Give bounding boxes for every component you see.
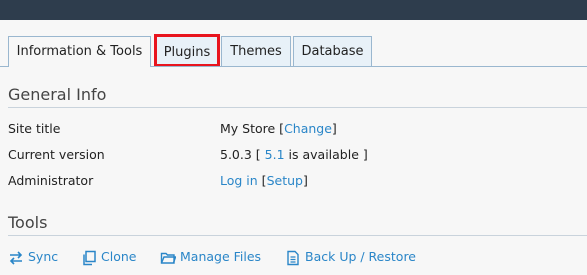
tools-divider: [8, 235, 587, 236]
backup-restore-label: Back Up / Restore: [305, 249, 416, 264]
general-info-divider: [8, 107, 587, 108]
clone-icon: [83, 250, 96, 266]
administrator-label: Administrator: [8, 173, 94, 188]
tools-heading: Tools: [8, 213, 48, 232]
site-title-text: My Store: [220, 121, 276, 136]
current-version-value: 5.0.3 [ 5.1 is available ]: [220, 147, 368, 162]
sync-label: Sync: [28, 249, 59, 264]
clone-button[interactable]: Clone: [81, 249, 137, 267]
backup-icon: [287, 250, 299, 266]
top-bar: [0, 0, 587, 20]
login-link[interactable]: Log in: [220, 173, 258, 188]
site-title-label: Site title: [8, 121, 61, 136]
current-version-text: 5.0.3: [220, 147, 252, 162]
site-title-value: My Store [Change]: [220, 121, 337, 136]
change-site-title-link[interactable]: Change: [284, 121, 332, 136]
update-version-link[interactable]: 5.1: [265, 147, 285, 162]
current-version-label: Current version: [8, 147, 105, 162]
manage-files-button[interactable]: Manage Files: [160, 249, 262, 267]
sync-icon: [9, 251, 23, 265]
administrator-value: Log in [Setup]: [220, 173, 308, 188]
manage-files-label: Manage Files: [180, 249, 262, 264]
setup-link[interactable]: Setup: [267, 173, 303, 188]
tab-bar: Information & Tools Plugins Themes Datab…: [0, 34, 587, 67]
tab-information-tools[interactable]: Information & Tools: [8, 36, 151, 67]
general-info-heading: General Info: [8, 85, 107, 104]
sync-button[interactable]: Sync: [8, 249, 58, 267]
tab-themes[interactable]: Themes: [221, 36, 291, 66]
update-available-text: is available: [288, 147, 359, 162]
tab-database[interactable]: Database: [293, 36, 372, 66]
tab-plugins[interactable]: Plugins: [154, 34, 220, 67]
clone-label: Clone: [101, 249, 137, 264]
folder-icon: [160, 252, 176, 264]
backup-restore-button[interactable]: Back Up / Restore: [285, 249, 416, 267]
